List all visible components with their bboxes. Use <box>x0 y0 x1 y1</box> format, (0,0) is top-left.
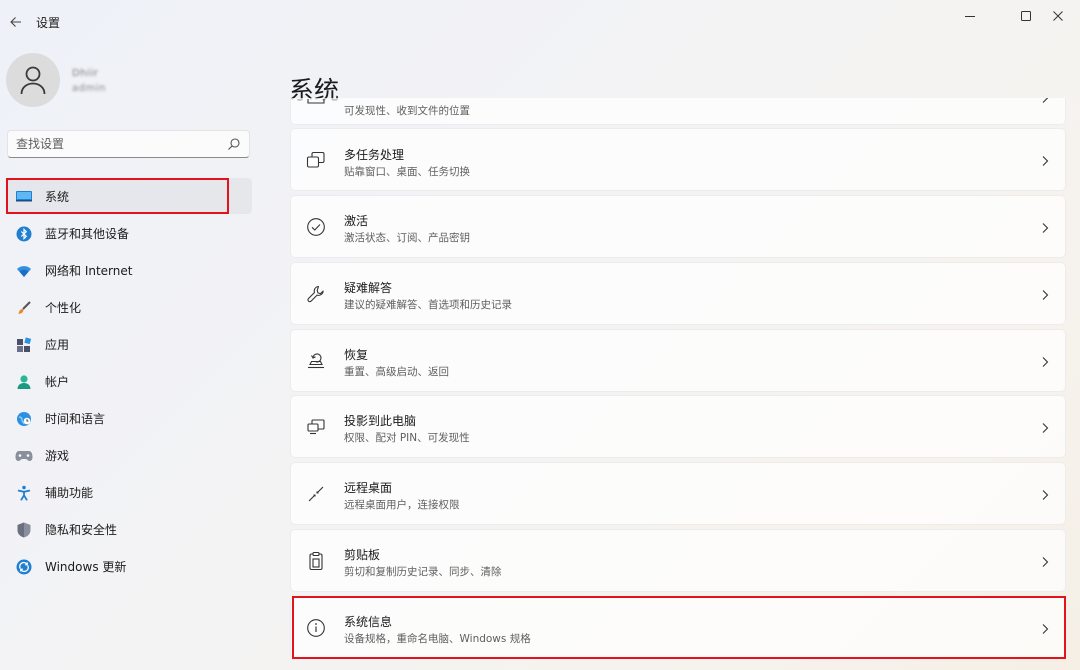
sidebar-item-label: 网络和 Internet <box>45 264 133 278</box>
sidebar-item-label: 个性化 <box>45 301 82 315</box>
sidebar-item-label: 游戏 <box>45 449 70 463</box>
clipboard-icon <box>305 550 327 572</box>
row-subtitle: 贴靠窗口、桌面、任务切换 <box>344 166 470 178</box>
search-icon[interactable] <box>227 137 241 151</box>
sidebar-item-network[interactable]: 网络和 Internet <box>6 252 252 289</box>
row-subtitle: 建议的疑难解答、首选项和历史记录 <box>344 299 512 311</box>
sidebar-item-label: 隐私和安全性 <box>45 523 118 537</box>
wrench-icon <box>305 283 327 305</box>
chevron-right-icon <box>1039 155 1051 167</box>
row-title: 恢复 <box>344 348 369 362</box>
settings-row-multitasking[interactable]: 多任务处理 贴靠窗口、桌面、任务切换 <box>290 128 1066 191</box>
row-subtitle: 设备规格，重命名电脑、Windows 规格 <box>344 633 531 645</box>
search-box[interactable] <box>7 130 250 158</box>
chevron-right-icon <box>1039 222 1051 234</box>
settings-row-nearby-sharing[interactable]: 可发现性、收到文件的位置 <box>290 98 1066 125</box>
sidebar-nav: 系统 蓝牙和其他设备 网络和 Internet 个性化 应用 帐户 时间和语言 … <box>6 178 252 585</box>
close-button[interactable] <box>1036 4 1080 28</box>
globe-clock-icon <box>15 410 33 428</box>
nearby-sharing-icon <box>305 98 327 115</box>
sidebar-item-label: 时间和语言 <box>45 412 106 426</box>
info-icon <box>305 617 327 639</box>
window-title: 设置 <box>36 16 61 30</box>
sidebar-item-bluetooth[interactable]: 蓝牙和其他设备 <box>6 215 252 252</box>
sidebar-item-label: Windows 更新 <box>45 560 127 574</box>
bluetooth-icon <box>15 225 33 243</box>
row-subtitle: 权限、配对 PIN、可发现性 <box>344 432 470 444</box>
row-title: 多任务处理 <box>344 148 405 162</box>
search-input[interactable] <box>8 131 234 157</box>
multitask-icon <box>305 149 327 171</box>
sidebar-item-windows-update[interactable]: Windows 更新 <box>6 548 252 585</box>
sidebar-item-apps[interactable]: 应用 <box>6 326 252 363</box>
remote-desktop-icon <box>305 483 327 505</box>
row-subtitle: 重置、高级启动、返回 <box>344 366 449 378</box>
row-subtitle: 可发现性、收到文件的位置 <box>344 105 470 117</box>
sidebar-item-label: 应用 <box>45 338 70 352</box>
chevron-right-icon <box>1039 422 1051 434</box>
project-icon <box>305 416 327 438</box>
row-title: 激活 <box>344 214 369 228</box>
sidebar-item-privacy[interactable]: 隐私和安全性 <box>6 511 252 548</box>
monitor-icon <box>15 187 33 205</box>
settings-row-troubleshoot[interactable]: 疑难解答 建议的疑难解答、首选项和历史记录 <box>290 262 1066 325</box>
close-icon <box>1053 11 1063 21</box>
chevron-right-icon <box>1039 556 1051 568</box>
update-icon <box>15 558 33 576</box>
row-title: 疑难解答 <box>344 281 393 295</box>
title-bar: 设置 <box>0 0 1080 44</box>
chevron-right-icon <box>1039 623 1051 635</box>
account-icon <box>15 373 33 391</box>
sidebar-item-label: 系统 <box>45 189 70 204</box>
user-name: Dhiir <box>72 68 99 79</box>
chevron-right-icon <box>1039 489 1051 501</box>
settings-row-project[interactable]: 投影到此电脑 权限、配对 PIN、可发现性 <box>290 395 1066 458</box>
apps-icon <box>15 336 33 354</box>
shield-icon <box>15 521 33 539</box>
row-title: 投影到此电脑 <box>344 414 417 428</box>
settings-row-clipboard[interactable]: 剪贴板 剪切和复制历史记录、同步、清除 <box>290 529 1066 592</box>
back-button[interactable] <box>4 10 28 34</box>
sidebar-item-personalization[interactable]: 个性化 <box>6 289 252 326</box>
check-circle-icon <box>305 216 327 238</box>
wifi-icon <box>15 262 33 280</box>
sidebar-item-gaming[interactable]: 游戏 <box>6 437 252 474</box>
user-subtitle: admin <box>72 83 106 94</box>
maximize-icon <box>1021 11 1031 21</box>
accessibility-icon <box>15 484 33 502</box>
settings-row-about[interactable]: 系统信息 设备规格，重命名电脑、Windows 规格 <box>290 596 1066 659</box>
sidebar-item-label: 辅助功能 <box>45 486 94 500</box>
chevron-right-icon <box>1039 98 1051 104</box>
minimize-icon <box>965 16 975 17</box>
sidebar-item-accessibility[interactable]: 辅助功能 <box>6 474 252 511</box>
row-title: 系统信息 <box>344 615 393 629</box>
row-subtitle: 远程桌面用户，连接权限 <box>344 499 460 511</box>
row-title: 剪贴板 <box>344 548 381 562</box>
settings-list: 可发现性、收到文件的位置 多任务处理 贴靠窗口、桌面、任务切换 激活 激活状态、… <box>290 98 1066 670</box>
sidebar-item-label: 蓝牙和其他设备 <box>45 227 130 241</box>
person-icon <box>20 66 46 95</box>
chevron-right-icon <box>1039 289 1051 301</box>
avatar[interactable] <box>6 53 60 107</box>
back-arrow-icon <box>10 17 21 27</box>
brush-icon <box>15 299 33 317</box>
settings-row-activation[interactable]: 激活 激活状态、订阅、产品密钥 <box>290 195 1066 258</box>
gamepad-icon <box>15 447 33 465</box>
sidebar-item-accounts[interactable]: 帐户 <box>6 363 252 400</box>
settings-row-recovery[interactable]: 恢复 重置、高级启动、返回 <box>290 329 1066 392</box>
settings-row-remote-desktop[interactable]: 远程桌面 远程桌面用户，连接权限 <box>290 462 1066 525</box>
sidebar-item-label: 帐户 <box>45 375 70 389</box>
sidebar-item-time-language[interactable]: 时间和语言 <box>6 400 252 437</box>
sidebar-item-system[interactable]: 系统 <box>6 178 252 214</box>
chevron-right-icon <box>1039 356 1051 368</box>
minimize-button[interactable] <box>948 4 992 28</box>
recovery-icon <box>305 350 327 372</box>
row-title: 远程桌面 <box>344 481 393 495</box>
row-subtitle: 剪切和复制历史记录、同步、清除 <box>344 566 502 578</box>
row-subtitle: 激活状态、订阅、产品密钥 <box>344 232 470 244</box>
